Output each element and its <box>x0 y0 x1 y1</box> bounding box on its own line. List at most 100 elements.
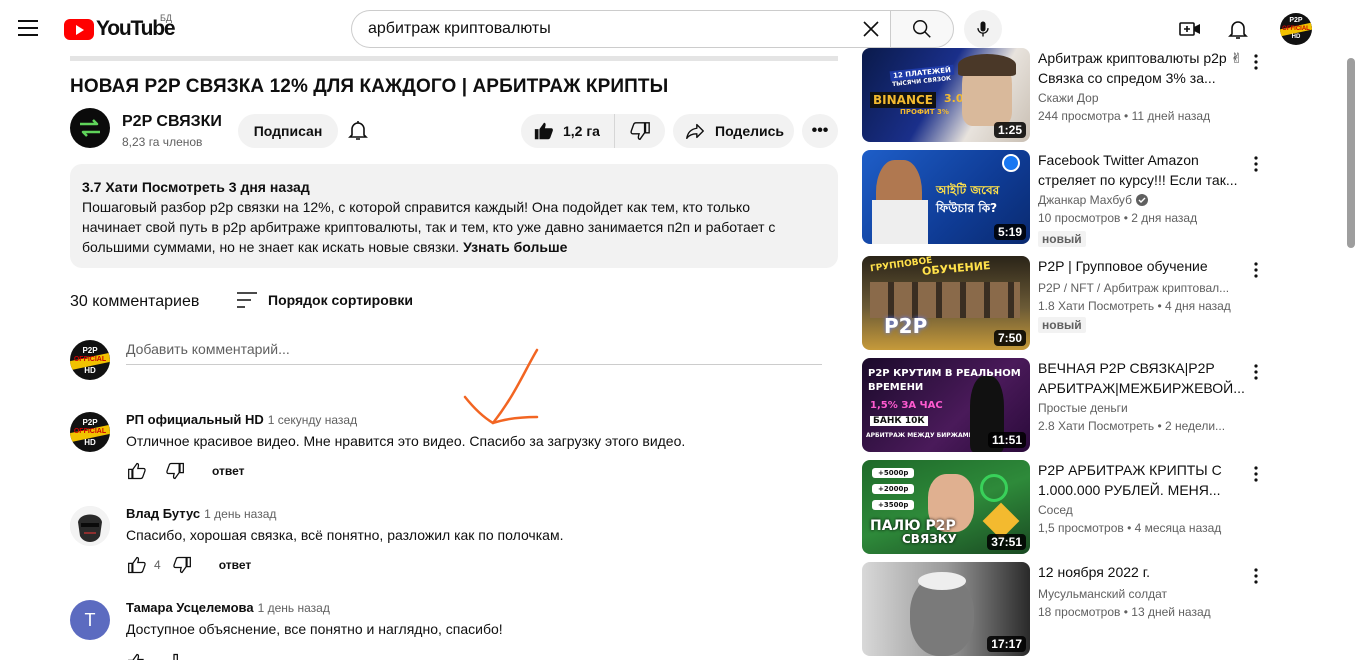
video-thumbnail[interactable]: ГРУППОВОЕ ОБУЧЕНИЕ P2P 7:50 <box>862 256 1030 350</box>
view-count: 1.8 Хати Посмотреть <box>1038 299 1155 313</box>
video-channel[interactable]: Простые деньги <box>1038 401 1128 415</box>
view-count: 18 просмотров <box>1038 605 1121 619</box>
more-actions-button[interactable]: ••• <box>802 114 838 148</box>
recommended-video[interactable]: 12 ПЛАТЕЖЕЙ ТЫСЯЧИ СВЯЗОК BINANCE 3.0 ПР… <box>862 48 1258 142</box>
comment-text: Спасибо, хорошая связка, всё понятно, ра… <box>126 527 564 543</box>
comment-author[interactable]: Тамара Усцелемова <box>126 600 254 615</box>
comment-avatar[interactable] <box>70 506 110 546</box>
share-icon <box>686 123 704 140</box>
video-title[interactable]: Facebook Twitter Amazon стреляет по курс… <box>1038 150 1246 190</box>
more-options-icon[interactable] <box>1254 466 1258 482</box>
recommended-video[interactable]: P2P КРУТИМ В РЕАЛЬНОМ ВРЕМЕНИ 1,5% ЗА ЧА… <box>862 358 1258 452</box>
upload-age: 11 дней назад <box>1131 109 1211 123</box>
more-options-icon[interactable] <box>1254 568 1258 584</box>
channel-avatar[interactable] <box>70 108 110 148</box>
search-input[interactable]: арбитраж криптовалюты <box>351 10 891 48</box>
comment-thread: Влад Бутус 1 день назад Спасибо, хорошая … <box>70 506 830 586</box>
channel-bell-icon[interactable] <box>346 118 370 142</box>
recommended-video[interactable]: ГРУППОВОЕ ОБУЧЕНИЕ P2P 7:50 P2P | Группо… <box>862 256 1258 350</box>
like-button[interactable]: 1,2 га <box>521 114 615 148</box>
reply-button[interactable]: ответ <box>219 558 252 572</box>
share-button[interactable]: Поделись <box>673 114 794 148</box>
new-badge: новый <box>1038 231 1086 247</box>
channel-name[interactable]: Джанкар Махбуб <box>1038 193 1132 207</box>
video-thumbnail[interactable]: 12 ПЛАТЕЖЕЙ ТЫСЯЧИ СВЯЗОК BINANCE 3.0 ПР… <box>862 48 1030 142</box>
video-channel[interactable]: Джанкар Махбуб <box>1038 193 1148 207</box>
video-channel[interactable]: Сосед <box>1038 503 1073 517</box>
create-video-icon[interactable] <box>1178 17 1202 41</box>
comment-actions: 4 ответ <box>126 555 251 575</box>
thumbs-down-icon[interactable] <box>171 555 193 575</box>
reply-button[interactable]: ответ <box>212 464 245 478</box>
comment-author[interactable]: Влад Бутус <box>126 506 200 521</box>
comment-time[interactable]: 1 секунду назад <box>268 413 357 427</box>
video-title[interactable]: P2P | Групповое обучение <box>1038 256 1246 276</box>
video-channel[interactable]: P2P / NFT / Арбитраж криптовал... <box>1038 281 1229 295</box>
view-count-date: 3.7 Хати Посмотреть 3 дня назад <box>82 179 310 195</box>
search-button[interactable] <box>890 10 954 48</box>
video-title[interactable]: ВЕЧНАЯ P2P СВЯЗКА|P2P АРБИТРАЖ|МЕЖБИРЖЕВ… <box>1038 358 1246 398</box>
more-options-icon[interactable] <box>1254 156 1258 172</box>
description-line: большими суммами, но не знает как искать… <box>82 239 460 255</box>
video-channel[interactable]: Скажи Дор <box>1038 91 1099 105</box>
recommended-video[interactable]: আইটি জবের ফিউচার কি? 5:19 Facebook Twitt… <box>862 150 1258 247</box>
comment-actions: ответ <box>126 461 245 481</box>
subscribe-button[interactable]: Подписан <box>238 114 338 148</box>
my-avatar: P2P OFFICIAL HD <box>70 340 110 380</box>
view-count: 10 просмотров <box>1038 211 1121 225</box>
video-channel[interactable]: Мусульманский солдат <box>1038 587 1167 601</box>
voice-search-button[interactable] <box>964 10 1002 48</box>
video-meta: 2.8 Хати Посмотреть • 2 недели... <box>1038 419 1226 433</box>
comment-author[interactable]: РП официальный HD <box>126 412 264 427</box>
video-duration: 7:50 <box>993 330 1026 346</box>
account-avatar[interactable]: P2P OFFICIAL HD <box>1280 13 1312 45</box>
thumbs-down-icon[interactable] <box>164 461 186 481</box>
menu-icon[interactable] <box>18 20 38 36</box>
comment-text: Доступное объяснение, все понятно и нагл… <box>126 621 503 637</box>
clear-search-icon[interactable] <box>859 17 883 41</box>
comment-time[interactable]: 1 день назад <box>204 507 276 521</box>
video-duration: 37:51 <box>987 534 1026 550</box>
video-meta: 10 просмотров • 2 дня назад <box>1038 211 1198 225</box>
channel-name[interactable]: P2P СВЯЗКИ <box>122 113 222 131</box>
show-more-link[interactable]: Узнать больше <box>463 239 567 255</box>
thumbs-down-icon[interactable] <box>158 652 180 660</box>
upload-age: 13 дней назад <box>1131 605 1211 619</box>
video-thumbnail[interactable]: P2P КРУТИМ В РЕАЛЬНОМ ВРЕМЕНИ 1,5% ЗА ЧА… <box>862 358 1030 452</box>
video-thumbnail[interactable]: +5000р +2000р +3500р ПАЛЮ P2P СВЯЗКУ 37:… <box>862 460 1030 554</box>
video-meta: 18 просмотров • 13 дней назад <box>1038 605 1211 619</box>
video-meta: 1,5 просмотров • 4 месяца назад <box>1038 521 1222 535</box>
recommended-video[interactable]: 17:17 12 ноября 2022 г. Мусульманский со… <box>862 562 1258 656</box>
thumbs-up-icon[interactable] <box>126 461 148 481</box>
search-icon <box>913 20 931 38</box>
video-thumbnail[interactable]: 17:17 <box>862 562 1030 656</box>
comment-thread: T Тамара Усцелемова 1 день назад Доступно… <box>70 600 830 660</box>
youtube-logo[interactable]: YouTube БД <box>64 13 176 41</box>
search-query: арбитраж криптовалюты <box>368 20 551 37</box>
thumbs-up-icon[interactable] <box>126 652 148 660</box>
video-duration: 11:51 <box>987 432 1026 448</box>
exchange-arrows-icon <box>80 119 100 137</box>
video-title[interactable]: P2P АРБИТРАЖ КРИПТЫ С 1.000.000 РУБЛЕЙ. … <box>1038 460 1246 500</box>
comment-avatar[interactable]: P2P OFFICIAL HD <box>70 412 110 452</box>
more-options-icon[interactable] <box>1254 54 1258 70</box>
description-box[interactable]: 3.7 Хати Посмотреть 3 дня назад Пошаговы… <box>70 164 838 268</box>
page-scrollbar[interactable] <box>1347 58 1355 248</box>
video-title[interactable]: Арбитраж криптовалюты p2p ✌ Связка со сп… <box>1038 48 1246 88</box>
thumbs-up-icon[interactable] <box>126 555 148 575</box>
comment-text: Отличное красивое видео. Мне нравится эт… <box>126 433 686 449</box>
more-options-icon[interactable] <box>1254 364 1258 380</box>
recommended-video[interactable]: +5000р +2000р +3500р ПАЛЮ P2P СВЯЗКУ 37:… <box>862 460 1258 554</box>
dislike-button[interactable] <box>615 120 665 142</box>
notifications-icon[interactable] <box>1226 17 1250 41</box>
comment-time[interactable]: 1 день назад <box>258 601 330 615</box>
like-count: 1,2 га <box>563 123 600 139</box>
sort-comments-button[interactable]: Порядок сортировки <box>236 291 413 309</box>
view-count: 1,5 просмотров <box>1038 521 1124 535</box>
comment-avatar[interactable]: T <box>70 600 110 640</box>
more-options-icon[interactable] <box>1254 262 1258 278</box>
description-line: Пошаговый разбор p2p связки на 12%, с ко… <box>82 199 750 215</box>
video-title[interactable]: 12 ноября 2022 г. <box>1038 562 1246 582</box>
upload-age: 4 месяца назад <box>1134 521 1222 535</box>
video-thumbnail[interactable]: আইটি জবের ফিউচার কি? 5:19 <box>862 150 1030 244</box>
